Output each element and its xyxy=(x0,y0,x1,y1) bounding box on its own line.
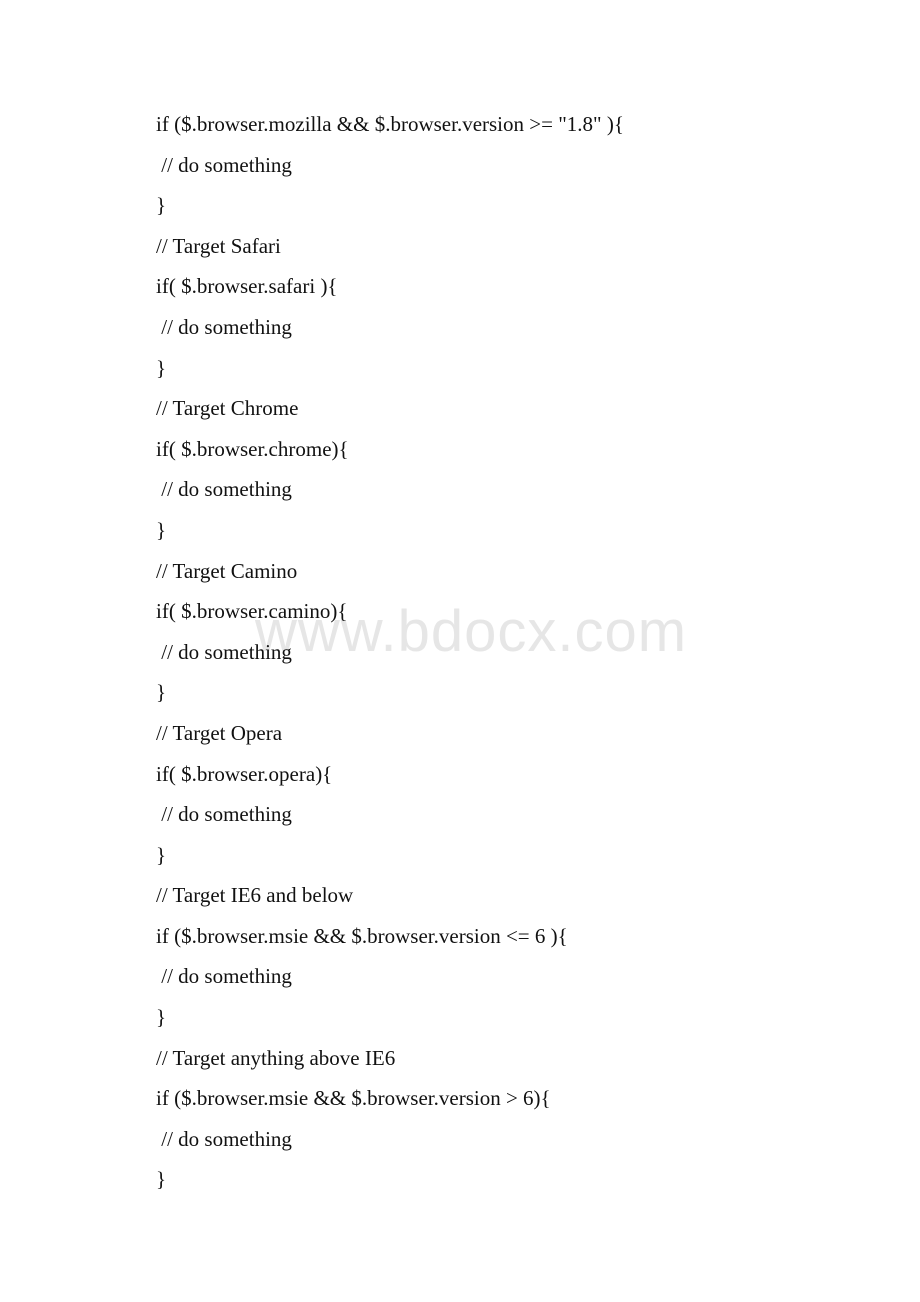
code-line: // do something xyxy=(156,964,292,989)
code-line: if ($.browser.mozilla && $.browser.versi… xyxy=(156,112,624,136)
code-line: if( $.browser.camino){ xyxy=(156,599,348,624)
code-block: if ($.browser.mozilla && $.browser.versi… xyxy=(156,106,624,1202)
code-line: if ($.browser.msie && $.browser.version … xyxy=(156,923,568,948)
code-line: // do something xyxy=(156,314,292,339)
code-line: // Target Chrome xyxy=(156,396,299,421)
code-line: // do something xyxy=(156,1126,292,1151)
code-line: } xyxy=(156,680,167,705)
code-line: // Target anything above IE6 xyxy=(156,1045,396,1070)
code-line: } xyxy=(156,193,167,218)
code-line: } xyxy=(156,517,167,542)
code-line: // do something xyxy=(156,152,292,177)
code-line: if( $.browser.opera){ xyxy=(156,761,333,786)
code-line: } xyxy=(156,1005,167,1030)
code-line: if( $.browser.chrome){ xyxy=(156,436,349,461)
code-line: } xyxy=(156,1167,167,1192)
code-line: } xyxy=(156,842,167,867)
code-line: // Target IE6 and below xyxy=(156,883,354,908)
code-line: // Target Opera xyxy=(156,720,283,745)
code-line: } xyxy=(156,355,167,380)
code-line: if( $.browser.safari ){ xyxy=(156,274,338,299)
document-page: www.bdocx.com if ($.browser.mozilla && $… xyxy=(0,0,920,1302)
code-line: // Target Camino xyxy=(156,558,298,583)
code-line: // do something xyxy=(156,639,292,664)
code-line: // do something xyxy=(156,802,292,827)
code-line: if ($.browser.msie && $.browser.version … xyxy=(156,1086,551,1111)
code-line: // do something xyxy=(156,477,292,502)
code-line: // Target Safari xyxy=(156,233,281,258)
